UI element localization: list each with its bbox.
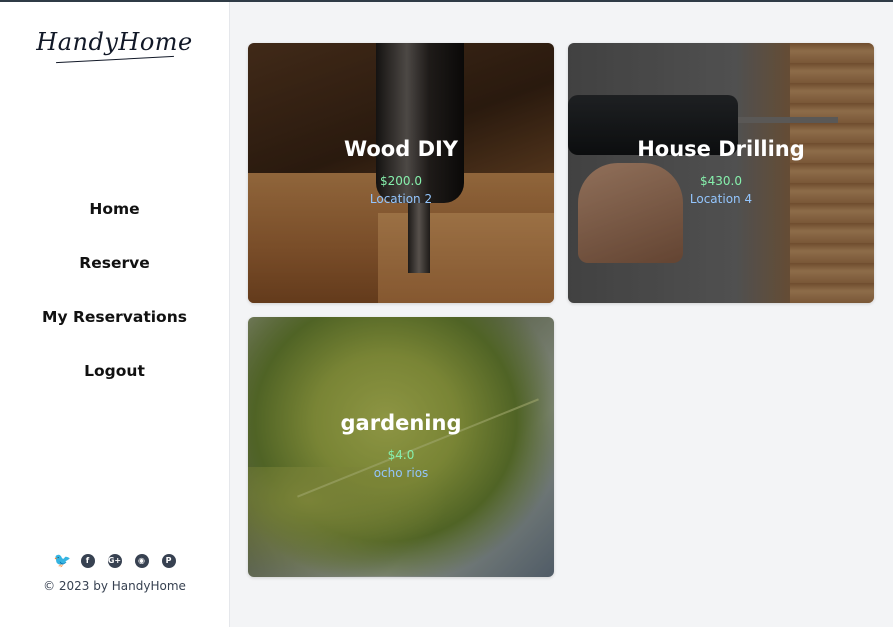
pinterest-icon[interactable]: P (161, 554, 176, 568)
sidebar: HandyHome Home Reserve My Reservations L… (0, 2, 230, 627)
card-title: House Drilling (637, 137, 805, 161)
card-title: Wood DIY (343, 137, 459, 161)
nav-home[interactable]: Home (0, 198, 229, 252)
github-icon[interactable]: ◉ (134, 554, 149, 568)
google-plus-icon[interactable]: G+ (107, 554, 122, 568)
nav-reserve[interactable]: Reserve (0, 252, 229, 306)
card-price: $200.0 (380, 174, 422, 188)
service-card-wood-diy[interactable]: Wood DIY $200.0 Location 2 (248, 43, 554, 303)
card-location: Location 2 (369, 192, 433, 206)
card-overlay (568, 43, 874, 303)
logo-underline (56, 55, 174, 64)
card-overlay (248, 317, 554, 577)
copyright: © 2023 by HandyHome (43, 579, 186, 593)
nav-my-reservations[interactable]: My Reservations (0, 306, 229, 360)
card-location: ocho rios (373, 466, 429, 480)
service-card-gardening[interactable]: gardening $4.0 ocho rios (248, 317, 554, 577)
main-nav: Home Reserve My Reservations Logout (0, 198, 229, 414)
card-title: gardening (340, 411, 462, 435)
twitter-icon[interactable]: 🐦 (54, 554, 71, 568)
card-location: Location 4 (689, 192, 753, 206)
social-links: 🐦 f G+ ◉ P (0, 554, 229, 568)
logo[interactable]: HandyHome (0, 28, 229, 56)
card-price: $4.0 (387, 448, 415, 462)
facebook-icon[interactable]: f (80, 554, 95, 568)
card-overlay (248, 43, 554, 303)
service-card-house-drilling[interactable]: House Drilling $430.0 Location 4 (568, 43, 874, 303)
card-price: $430.0 (700, 174, 742, 188)
nav-logout[interactable]: Logout (0, 360, 229, 414)
